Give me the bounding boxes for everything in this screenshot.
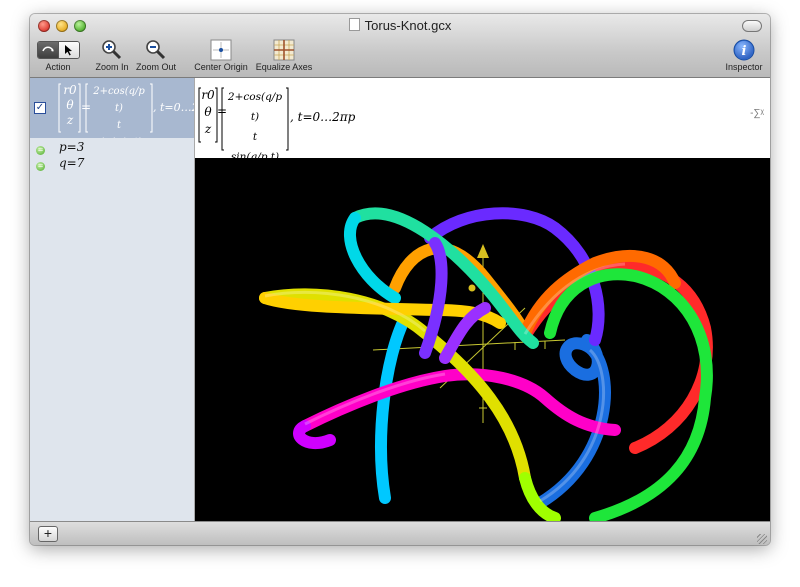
- param-p-label: p=3: [59, 140, 85, 154]
- inspector-button[interactable]: i Inspector: [724, 38, 764, 72]
- action-segmented-control[interactable]: [36, 41, 80, 59]
- editor-range: , t=0…2πp: [290, 110, 356, 124]
- toolbar-toggle-button[interactable]: [742, 20, 762, 32]
- zoom-in-button[interactable]: Zoom In: [92, 38, 132, 72]
- equalize-axes-label: Equalize Axes: [255, 62, 313, 72]
- slider-handle-icon[interactable]: =: [36, 162, 45, 171]
- center-origin-button[interactable]: Center Origin: [192, 38, 250, 72]
- window-title: Torus-Knot.gcx: [30, 18, 770, 33]
- equation-visible-checkbox[interactable]: ✓: [34, 102, 46, 114]
- app-window: Torus-Knot.gcx Action Zoom In Zoom Out C…: [30, 14, 770, 545]
- center-origin-label: Center Origin: [194, 62, 248, 72]
- inspector-label: Inspector: [725, 62, 763, 72]
- sidebar-range: , t=0…2: [153, 101, 194, 114]
- slider-handle-icon[interactable]: =: [36, 146, 45, 155]
- sidebar-lhs-r0: r0: [63, 83, 77, 97]
- rotate-hand-icon[interactable]: [37, 42, 58, 58]
- sidebar-lhs-z: z: [66, 113, 74, 127]
- window-title-text: Torus-Knot.gcx: [364, 18, 452, 33]
- add-equation-button[interactable]: +: [38, 526, 58, 542]
- graph-3d-view[interactable]: [195, 158, 770, 524]
- sigma-icon[interactable]: -∑ᵡ: [750, 108, 764, 119]
- action-tool[interactable]: Action: [36, 38, 80, 72]
- magnifier-minus-icon: [146, 40, 166, 60]
- sidebar-rhs-z: sin(q/p t): [88, 134, 150, 138]
- equalize-axes-button[interactable]: Equalize Axes: [254, 38, 314, 72]
- sidebar-rhs-theta: t: [116, 120, 122, 131]
- editor-rhs-theta: t: [252, 131, 258, 143]
- sidebar-equation-row[interactable]: ✓ r0 θ z = 2+cos(q/p t) t sin(q/p t): [30, 78, 194, 138]
- equation-sidebar: ✓ r0 θ z = 2+cos(q/p t) t sin(q/p t): [30, 78, 195, 521]
- action-label: Action: [45, 62, 71, 72]
- editor-equation: r0 θ z = 2+cos(q/p t) t sin(q/p t) , t=0…: [197, 84, 397, 163]
- crosshair-target-icon: [210, 39, 232, 61]
- param-p-row[interactable]: = p=3: [36, 140, 84, 155]
- param-q-row[interactable]: = q=7: [36, 156, 84, 171]
- param-q-label: q=7: [59, 156, 85, 170]
- torus-knot-render: [259, 207, 713, 524]
- magnifier-plus-icon: [102, 40, 122, 60]
- sidebar-equation: r0 θ z = 2+cos(q/p t) t sin(q/p t) , t=0…: [58, 80, 194, 138]
- arrow-pointer-icon[interactable]: [57, 42, 79, 58]
- svg-text:i: i: [742, 44, 747, 59]
- editor-lhs-z: z: [204, 122, 212, 136]
- document-icon: [348, 18, 360, 31]
- editor-lhs-theta: θ: [204, 105, 212, 119]
- zoom-out-label: Zoom Out: [135, 62, 176, 72]
- sidebar-rhs-r0: 2+cos(q/p t): [93, 86, 145, 114]
- equation-editor[interactable]: r0 θ z = 2+cos(q/p t) t sin(q/p t) , t=0…: [195, 78, 770, 163]
- bottom-bar: +: [30, 521, 770, 545]
- sidebar-lhs-theta: θ: [66, 98, 74, 112]
- plus-icon: +: [43, 525, 53, 541]
- resize-grip-icon[interactable]: [757, 534, 767, 544]
- zoom-in-label: Zoom In: [95, 62, 129, 72]
- info-icon: i: [733, 39, 755, 61]
- grid-axes-icon: [273, 39, 295, 61]
- editor-lhs-r0: r0: [201, 88, 215, 102]
- zoom-out-button[interactable]: Zoom Out: [134, 38, 178, 72]
- titlebar-toolbar: Torus-Knot.gcx Action Zoom In Zoom Out C…: [30, 14, 770, 78]
- editor-rhs-r0: 2+cos(q/p t): [227, 91, 283, 123]
